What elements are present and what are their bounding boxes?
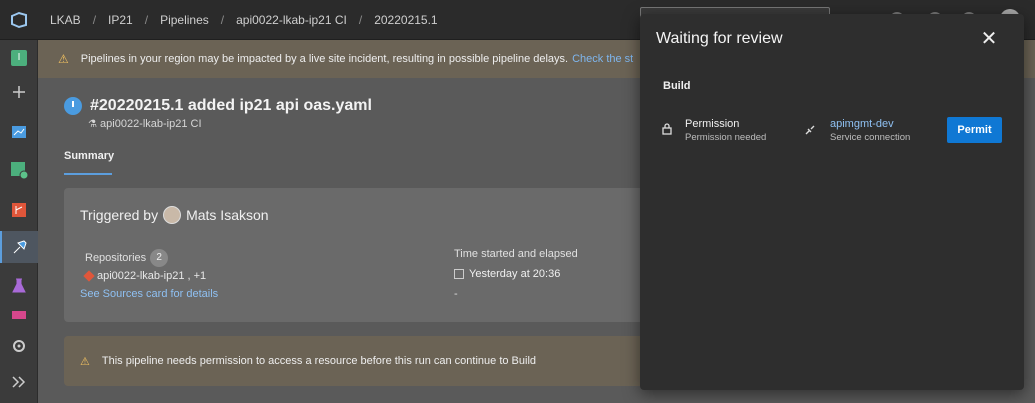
repository-value: api0022-lkab-ip21 , +1 <box>83 270 207 282</box>
warning-icon: ⚠ <box>80 355 90 368</box>
azure-devops-logo-icon[interactable] <box>0 0 38 40</box>
clock-icon <box>64 97 82 115</box>
git-repo-icon <box>83 270 95 282</box>
resource-type: Service connection <box>830 132 911 143</box>
resource-link[interactable]: apimgmt-dev <box>830 118 894 130</box>
repositories-label: Repositories <box>85 252 147 264</box>
repos-icon[interactable] <box>0 194 38 226</box>
incident-banner-text: Pipelines in your region may be impacted… <box>80 53 569 65</box>
lock-icon <box>662 123 672 138</box>
dialog-title: Waiting for review <box>656 30 783 47</box>
check-title: Permission <box>685 118 740 130</box>
calendar-icon <box>454 269 464 279</box>
boards-icon[interactable] <box>0 154 38 186</box>
run-header: #20220215.1 added ip21 api oas.yaml ⚗ ap… <box>64 97 372 130</box>
tab-active-indicator <box>64 173 112 175</box>
breadcrumb-pipelines[interactable]: Pipelines <box>148 13 221 27</box>
tab-summary[interactable]: Summary <box>64 150 114 162</box>
breadcrumb-pipeline[interactable]: api0022-lkab-ip21 CI <box>224 13 359 27</box>
permit-button[interactable]: Permit <box>947 117 1002 143</box>
breadcrumb-org[interactable]: LKAB <box>38 13 93 27</box>
breadcrumb-run[interactable]: 20220215.1 <box>362 13 449 27</box>
overview-icon[interactable] <box>0 116 38 148</box>
repository-name: api0022-lkab-ip21 , +1 <box>97 270 207 282</box>
pipelines-icon[interactable] <box>0 231 38 263</box>
triggered-by-label: Triggered by <box>80 207 159 223</box>
left-nav-rail: I <box>0 40 38 403</box>
plus-icon[interactable] <box>0 76 38 108</box>
stage-name: Build <box>663 80 691 92</box>
waiting-for-review-dialog: Waiting for review ✕ Build Permission Pe… <box>640 14 1024 390</box>
sources-card-link[interactable]: See Sources card for details <box>80 288 218 300</box>
elapsed-time: - <box>454 288 458 300</box>
repositories-heading: Repositories 2 <box>85 249 169 267</box>
permission-banner-text: This pipeline needs permission to access… <box>101 355 537 367</box>
repositories-count-badge: 2 <box>150 249 169 267</box>
trigger-user: Mats Isakson <box>186 207 269 223</box>
incident-status-link[interactable]: Check the st <box>572 53 633 65</box>
test-plans-icon[interactable] <box>0 270 38 302</box>
gear-icon[interactable] <box>0 330 38 362</box>
time-label: Time started and elapsed <box>454 248 578 260</box>
warning-icon: ⚠ <box>58 52 69 66</box>
artifacts-icon[interactable] <box>0 304 38 324</box>
summary-card: Triggered by Mats Isakson Repositories 2… <box>64 188 704 322</box>
pipeline-name[interactable]: api0022-lkab-ip21 CI <box>100 118 202 130</box>
expand-chevron-icon[interactable] <box>0 366 38 398</box>
time-started: Yesterday at 20:36 <box>469 268 561 280</box>
breadcrumb-project[interactable]: IP21 <box>96 13 145 27</box>
avatar <box>163 206 182 224</box>
time-value: Yesterday at 20:36 <box>454 268 560 280</box>
service-connection-icon <box>804 124 816 139</box>
run-title: #20220215.1 added ip21 api oas.yaml <box>90 97 372 114</box>
project-icon[interactable]: I <box>0 42 38 74</box>
permission-banner: ⚠ This pipeline needs permission to acce… <box>64 336 704 386</box>
close-icon[interactable]: ✕ <box>978 28 1000 50</box>
check-subtitle: Permission needed <box>685 132 767 143</box>
triggered-by: Triggered by Mats Isakson <box>80 206 269 224</box>
pipeline-icon: ⚗ <box>88 119 97 130</box>
breadcrumb: LKAB / IP21 / Pipelines / api0022-lkab-i… <box>38 13 450 27</box>
